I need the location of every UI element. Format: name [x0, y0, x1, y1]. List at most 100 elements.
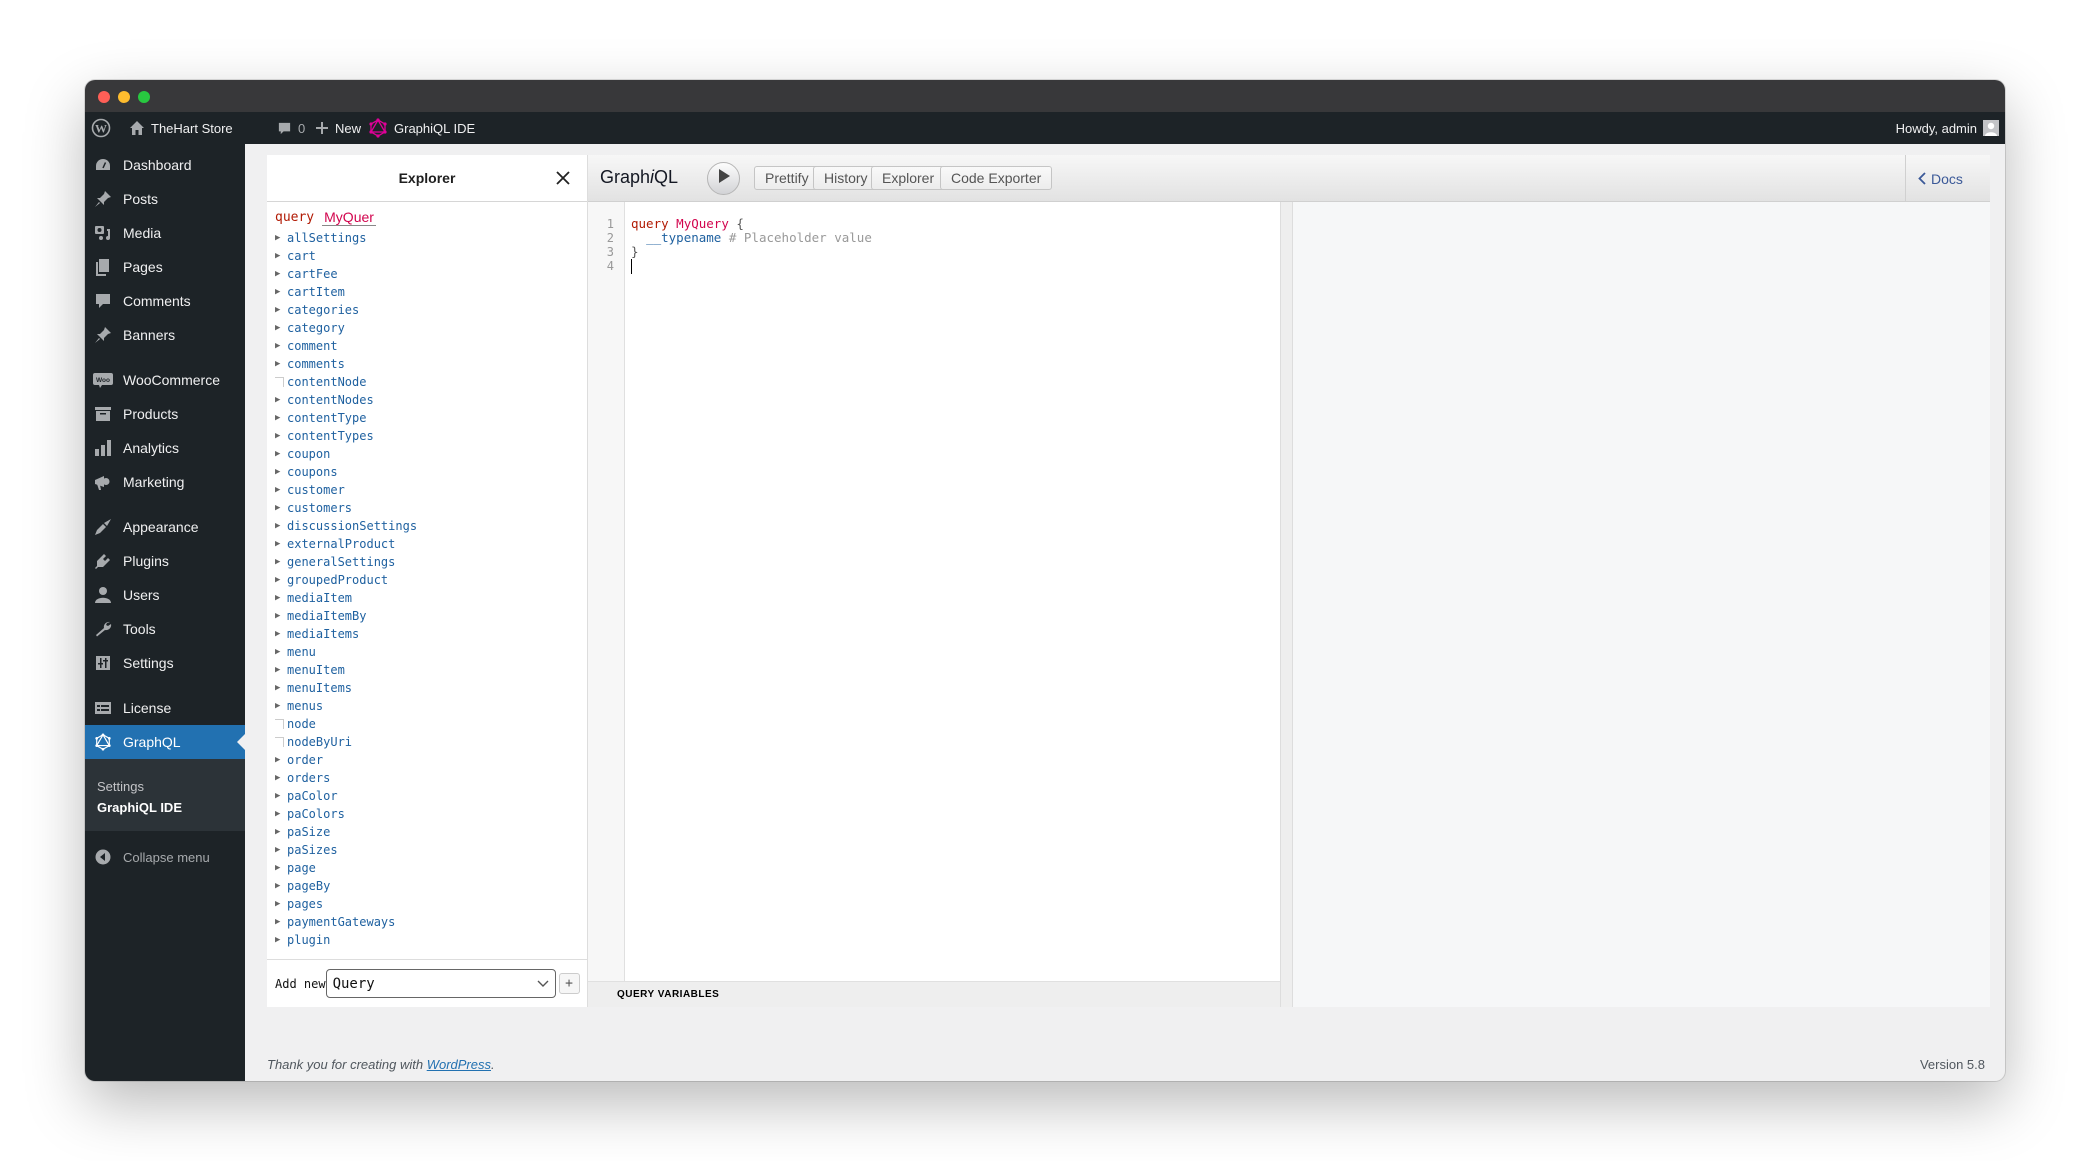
explorer-field[interactable]: ▶ paColor: [275, 787, 338, 805]
minimize-window-button[interactable]: [118, 91, 130, 103]
submenu-settings[interactable]: Settings: [97, 779, 144, 794]
comments-link[interactable]: 0: [277, 112, 305, 144]
expand-arrow-icon[interactable]: ▶: [275, 503, 287, 513]
explorer-field[interactable]: node: [275, 715, 316, 733]
sidebar-item-analytics[interactable]: Analytics: [85, 431, 245, 465]
expand-arrow-icon[interactable]: ▶: [275, 881, 287, 891]
explorer-field[interactable]: ▶ mediaItem: [275, 589, 352, 607]
explorer-button[interactable]: Explorer: [871, 166, 946, 190]
wp-logo-button[interactable]: W: [91, 112, 111, 144]
expand-arrow-icon[interactable]: ▶: [275, 647, 287, 657]
maximize-window-button[interactable]: [138, 91, 150, 103]
explorer-field[interactable]: ▶ comments: [275, 355, 345, 373]
explorer-field[interactable]: ▶ paSize: [275, 823, 330, 841]
explorer-field[interactable]: ▶ menu: [275, 643, 316, 661]
expand-arrow-icon[interactable]: ▶: [275, 755, 287, 765]
sidebar-item-media[interactable]: Media: [85, 216, 245, 250]
pane-resize-handle[interactable]: [1280, 202, 1293, 1007]
code-exporter-button[interactable]: Code Exporter: [940, 166, 1053, 190]
expand-arrow-icon[interactable]: ▶: [275, 413, 287, 423]
sidebar-item-appearance[interactable]: Appearance: [85, 510, 245, 544]
expand-arrow-icon[interactable]: ▶: [275, 701, 287, 711]
explorer-field[interactable]: ▶ page: [275, 859, 316, 877]
sidebar-item-comments[interactable]: Comments: [85, 284, 245, 318]
sidebar-item-banners[interactable]: Banners: [85, 318, 245, 352]
explorer-field[interactable]: ▶ mediaItems: [275, 625, 359, 643]
explorer-field[interactable]: ▶ coupon: [275, 445, 330, 463]
execute-query-button[interactable]: [707, 162, 740, 195]
expand-arrow-icon[interactable]: ▶: [275, 341, 287, 351]
explorer-field[interactable]: ▶ mediaItemBy: [275, 607, 366, 625]
checkbox-icon[interactable]: [275, 719, 284, 729]
expand-arrow-icon[interactable]: ▶: [275, 899, 287, 909]
sidebar-item-settings[interactable]: Settings: [85, 646, 245, 680]
explorer-field[interactable]: ▶ category: [275, 319, 345, 337]
explorer-field[interactable]: ▶ pageBy: [275, 877, 330, 895]
close-window-button[interactable]: [98, 91, 110, 103]
explorer-field[interactable]: ▶ cart: [275, 247, 316, 265]
sidebar-item-license[interactable]: License: [85, 691, 245, 725]
expand-arrow-icon[interactable]: ▶: [275, 683, 287, 693]
my-account-menu[interactable]: Howdy, admin: [1896, 112, 1999, 144]
query-editor[interactable]: 1 2 3 4 query MyQuery { __typename # Pla…: [588, 202, 1280, 981]
prettify-button[interactable]: Prettify: [754, 166, 820, 190]
operation-type-select[interactable]: Query: [325, 969, 556, 998]
site-name-link[interactable]: TheHart Store: [129, 112, 233, 144]
explorer-field[interactable]: ▶ customers: [275, 499, 352, 517]
expand-arrow-icon[interactable]: ▶: [275, 791, 287, 801]
explorer-field[interactable]: ▶ plugin: [275, 931, 330, 949]
explorer-field[interactable]: ▶ paColors: [275, 805, 345, 823]
expand-arrow-icon[interactable]: ▶: [275, 917, 287, 927]
explorer-field[interactable]: ▶ contentTypes: [275, 427, 374, 445]
expand-arrow-icon[interactable]: ▶: [275, 395, 287, 405]
sidebar-item-dashboard[interactable]: Dashboard: [85, 148, 245, 182]
expand-arrow-icon[interactable]: ▶: [275, 935, 287, 945]
wordpress-link[interactable]: WordPress: [427, 1057, 491, 1072]
expand-arrow-icon[interactable]: ▶: [275, 611, 287, 621]
close-explorer-icon[interactable]: [553, 168, 573, 188]
query-variables-toggle[interactable]: QUERY VARIABLES: [588, 981, 1280, 1007]
expand-arrow-icon[interactable]: ▶: [275, 521, 287, 531]
expand-arrow-icon[interactable]: ▶: [275, 827, 287, 837]
expand-arrow-icon[interactable]: ▶: [275, 269, 287, 279]
sidebar-item-pages[interactable]: Pages: [85, 250, 245, 284]
sidebar-item-tools[interactable]: Tools: [85, 612, 245, 646]
expand-arrow-icon[interactable]: ▶: [275, 593, 287, 603]
sidebar-item-graphql[interactable]: GraphQL: [85, 725, 245, 759]
explorer-field[interactable]: ▶ discussionSettings: [275, 517, 417, 535]
expand-arrow-icon[interactable]: ▶: [275, 665, 287, 675]
explorer-field[interactable]: ▶ cartFee: [275, 265, 338, 283]
expand-arrow-icon[interactable]: ▶: [275, 575, 287, 585]
sidebar-item-woocommerce[interactable]: Woo WooCommerce: [85, 363, 245, 397]
expand-arrow-icon[interactable]: ▶: [275, 485, 287, 495]
expand-arrow-icon[interactable]: ▶: [275, 863, 287, 873]
explorer-field[interactable]: ▶ paymentGateways: [275, 913, 395, 931]
expand-arrow-icon[interactable]: ▶: [275, 287, 287, 297]
explorer-field[interactable]: ▶ paSizes: [275, 841, 338, 859]
expand-arrow-icon[interactable]: ▶: [275, 449, 287, 459]
expand-arrow-icon[interactable]: ▶: [275, 845, 287, 855]
sidebar-item-marketing[interactable]: Marketing: [85, 465, 245, 499]
add-operation-button[interactable]: +: [558, 973, 580, 994]
expand-arrow-icon[interactable]: ▶: [275, 359, 287, 369]
explorer-field[interactable]: ▶ orders: [275, 769, 330, 787]
explorer-field[interactable]: ▶ pages: [275, 895, 323, 913]
explorer-field[interactable]: ▶ order: [275, 751, 323, 769]
expand-arrow-icon[interactable]: ▶: [275, 431, 287, 441]
new-content-link[interactable]: New: [315, 112, 361, 144]
operation-name-input[interactable]: MyQuer: [322, 209, 377, 226]
expand-arrow-icon[interactable]: ▶: [275, 629, 287, 639]
explorer-field[interactable]: ▶ groupedProduct: [275, 571, 388, 589]
explorer-field[interactable]: ▶ menuItem: [275, 661, 345, 679]
history-button[interactable]: History: [813, 166, 879, 190]
explorer-field[interactable]: ▶ contentNodes: [275, 391, 374, 409]
expand-arrow-icon[interactable]: ▶: [275, 323, 287, 333]
explorer-field[interactable]: ▶ customer: [275, 481, 345, 499]
expand-arrow-icon[interactable]: ▶: [275, 539, 287, 549]
docs-button[interactable]: Docs: [1905, 155, 1990, 202]
expand-arrow-icon[interactable]: ▶: [275, 251, 287, 261]
expand-arrow-icon[interactable]: ▶: [275, 557, 287, 567]
explorer-field[interactable]: ▶ comment: [275, 337, 338, 355]
expand-arrow-icon[interactable]: ▶: [275, 773, 287, 783]
checkbox-icon[interactable]: [275, 377, 284, 387]
